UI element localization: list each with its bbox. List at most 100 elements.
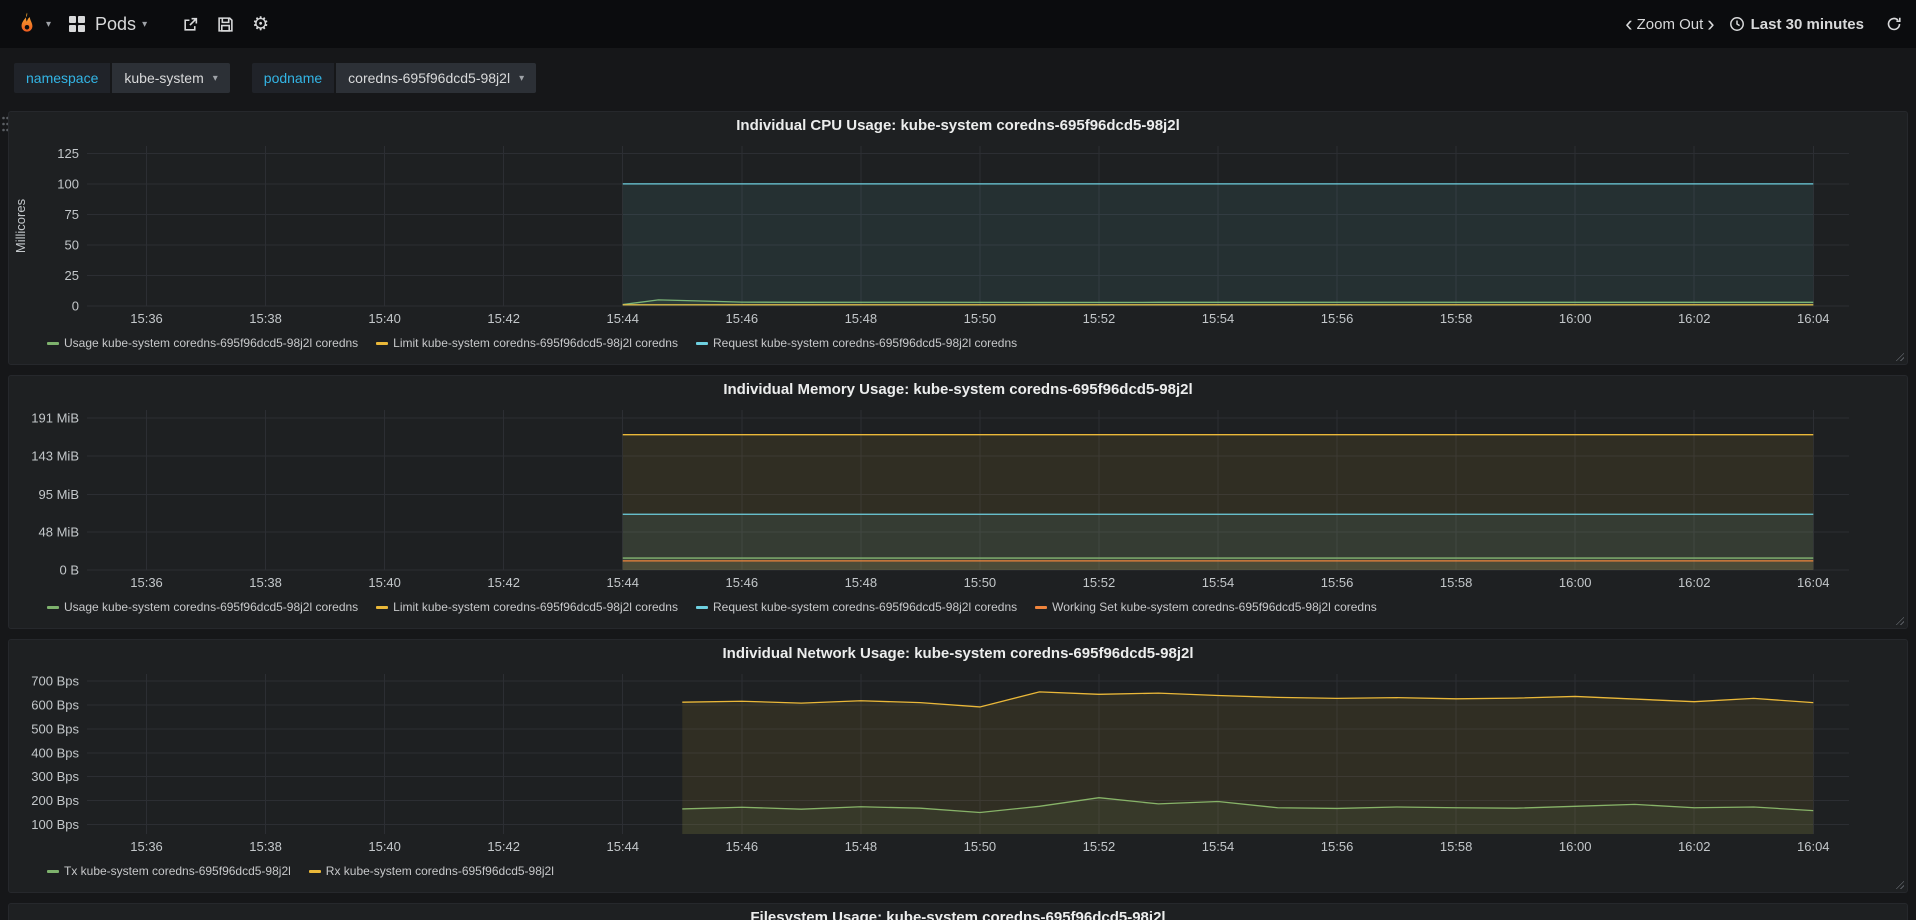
svg-text:300 Bps: 300 Bps (31, 769, 79, 784)
time-shift-back-button[interactable]: ‹ (1621, 13, 1636, 35)
legend-item[interactable]: Usage kube-system coredns-695f96dcd5-98j… (47, 336, 358, 350)
legend-swatch-icon (47, 341, 59, 345)
svg-text:50: 50 (65, 237, 79, 252)
legend-swatch-icon (47, 869, 59, 873)
svg-text:15:46: 15:46 (726, 839, 759, 854)
svg-text:100 Bps: 100 Bps (31, 817, 79, 832)
chevron-left-icon: ‹ (1625, 11, 1633, 36)
share-button[interactable] (173, 10, 208, 39)
panel-title[interactable]: Individual Memory Usage: kube-system cor… (9, 376, 1907, 404)
svg-text:200 Bps: 200 Bps (31, 793, 79, 808)
svg-text:16:00: 16:00 (1559, 839, 1592, 854)
svg-text:15:56: 15:56 (1321, 839, 1354, 854)
panel-title[interactable]: Individual Network Usage: kube-system co… (9, 640, 1907, 668)
gear-icon: ⚙ (252, 13, 270, 35)
legend-item[interactable]: Limit kube-system coredns-695f96dcd5-98j… (376, 600, 678, 614)
legend-item[interactable]: Limit kube-system coredns-695f96dcd5-98j… (376, 336, 678, 350)
svg-text:15:42: 15:42 (487, 575, 520, 590)
variable-value: kube-system (124, 70, 204, 86)
panel-title[interactable]: Individual CPU Usage: kube-system coredn… (9, 112, 1907, 140)
svg-text:143 MiB: 143 MiB (31, 449, 79, 464)
svg-text:15:50: 15:50 (964, 575, 997, 590)
grafana-flame-icon (21, 12, 33, 32)
refresh-icon (1887, 17, 1901, 31)
svg-text:15:44: 15:44 (606, 575, 639, 590)
svg-text:15:36: 15:36 (130, 311, 163, 326)
svg-text:15:48: 15:48 (845, 575, 878, 590)
time-shift-forward-button[interactable]: › (1703, 13, 1718, 35)
network-chart-area[interactable]: 15:36 15:38 15:40 15:42 15:44 15:46 15:48 15:50… (9, 668, 1907, 858)
caret-down-icon: ▾ (519, 72, 525, 84)
svg-text:100: 100 (57, 176, 79, 191)
legend-swatch-icon (695, 341, 708, 345)
memory-chart-area[interactable]: 15:36 15:38 15:40 15:42 15:44 15:46 15:48 15:50… (9, 404, 1907, 594)
svg-text:600 Bps: 600 Bps (31, 698, 79, 713)
panel-memory-usage: Individual Memory Usage: kube-system cor… (8, 375, 1908, 629)
save-icon (218, 16, 233, 32)
dashboard-picker-button[interactable]: Pods ▾ (69, 14, 147, 35)
svg-text:15:52: 15:52 (1083, 839, 1116, 854)
svg-text:95 MiB: 95 MiB (39, 487, 79, 502)
chevron-right-icon: › (1707, 11, 1715, 36)
svg-text:0: 0 (72, 299, 79, 314)
settings-button[interactable]: ⚙ (243, 9, 278, 40)
legend-label: Request kube-system coredns-695f96dcd5-9… (712, 336, 1018, 350)
svg-text:15:58: 15:58 (1440, 839, 1473, 854)
legend-label: Limit kube-system coredns-695f96dcd5-98j… (393, 600, 678, 614)
legend-label: Usage kube-system coredns-695f96dcd5-98j… (64, 600, 359, 614)
svg-text:15:38: 15:38 (249, 311, 282, 326)
svg-text:15:58: 15:58 (1440, 311, 1473, 326)
legend: Usage kube-system coredns-695f96dcd5-98j… (9, 594, 1907, 620)
time-range-picker-button[interactable]: Last 30 minutes (1719, 16, 1874, 33)
variables-row: namespace kube-system ▾ podname coredns-… (0, 48, 1916, 111)
navbar: ▾ Pods ▾ ⚙ ‹ Zoom Out › Last 30 minutes (0, 0, 1916, 48)
zoom-out-button[interactable]: Zoom Out (1637, 16, 1704, 33)
variable-label-namespace: namespace (14, 63, 111, 93)
variable-label-podname: podname (251, 63, 335, 93)
legend-label: Tx kube-system coredns-695f96dcd5-98j2l (64, 864, 291, 878)
svg-text:25: 25 (65, 268, 79, 283)
legend-item[interactable]: Request kube-system coredns-695f96dcd5-9… (695, 336, 1018, 350)
svg-text:15:42: 15:42 (487, 311, 520, 326)
legend-swatch-icon (695, 605, 708, 609)
variable-podname: podname coredns-695f96dcd5-98j2l ▾ (251, 63, 537, 93)
legend-swatch-icon (376, 605, 389, 609)
svg-text:15:50: 15:50 (964, 839, 997, 854)
variable-select-podname[interactable]: coredns-695f96dcd5-98j2l ▾ (336, 63, 537, 93)
svg-text:191 MiB: 191 MiB (31, 410, 79, 425)
svg-text:75: 75 (65, 207, 79, 222)
svg-text:400 Bps: 400 Bps (31, 745, 79, 760)
variable-select-namespace[interactable]: kube-system ▾ (112, 63, 230, 93)
legend-swatch-icon (308, 869, 321, 873)
svg-text:15:36: 15:36 (130, 839, 163, 854)
svg-text:15:52: 15:52 (1083, 575, 1116, 590)
legend-item[interactable]: Usage kube-system coredns-695f96dcd5-98j… (47, 600, 358, 614)
svg-text:Millicores: Millicores (13, 198, 28, 253)
legend-item[interactable]: Working Set kube-system coredns-695f96dc… (1035, 600, 1377, 614)
panel-title[interactable]: Filesystem Usage: kube-system coredns-69… (9, 904, 1907, 920)
svg-text:16:02: 16:02 (1678, 575, 1711, 590)
legend-item[interactable]: Tx kube-system coredns-695f96dcd5-98j2l (47, 864, 291, 878)
panel-cpu-usage: Individual CPU Usage: kube-system coredn… (8, 111, 1908, 365)
dashboard-title: Pods (95, 13, 137, 34)
refresh-button[interactable] (1886, 16, 1902, 32)
legend-swatch-icon (47, 605, 59, 609)
svg-text:700 Bps: 700 Bps (31, 674, 79, 689)
svg-text:15:54: 15:54 (1202, 575, 1235, 590)
svg-text:16:04: 16:04 (1797, 575, 1830, 590)
panel-filesystem-usage: Filesystem Usage: kube-system coredns-69… (8, 903, 1908, 920)
svg-text:16:04: 16:04 (1797, 311, 1830, 326)
save-button[interactable] (208, 10, 243, 39)
panel-network-usage: Individual Network Usage: kube-system co… (8, 639, 1908, 893)
caret-down-icon: ▾ (212, 72, 218, 84)
cpu-chart-area[interactable]: 15:36 15:38 15:40 15:42 15:44 15:46 15:48 15:50… (9, 140, 1907, 330)
legend-label: Usage kube-system coredns-695f96dcd5-98j… (64, 336, 359, 350)
legend-item[interactable]: Request kube-system coredns-695f96dcd5-9… (695, 600, 1017, 614)
caret-down-icon: ▾ (46, 18, 52, 30)
svg-text:48 MiB: 48 MiB (39, 524, 79, 539)
svg-text:0 B: 0 B (59, 563, 79, 578)
share-icon (184, 17, 198, 31)
legend-item[interactable]: Rx kube-system coredns-695f96dcd5-98j2l (308, 864, 554, 878)
svg-text:15:48: 15:48 (845, 311, 878, 326)
grafana-logo-button[interactable]: ▾ (14, 11, 51, 37)
